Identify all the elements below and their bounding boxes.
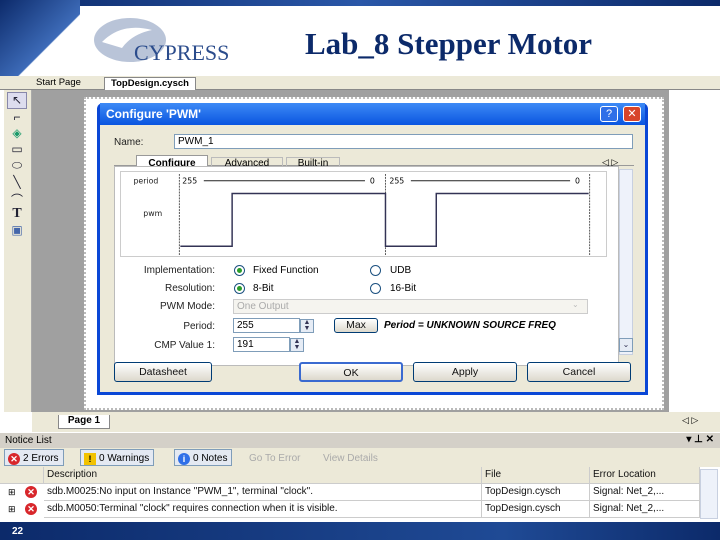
close-button[interactable]: ✕ bbox=[623, 106, 641, 122]
info-icon: i bbox=[178, 452, 190, 465]
period-start-1: 255 bbox=[182, 177, 197, 186]
cmp-value-label: CMP Value 1: bbox=[154, 340, 215, 351]
warnings-count: 0 Warnings bbox=[99, 453, 150, 464]
period-label: Period: bbox=[183, 321, 215, 332]
cypress-logo: CYPRESS bbox=[94, 18, 229, 65]
row-description: sdb.M0025:No input on Instance "PWM_1", … bbox=[44, 484, 482, 501]
errors-filter-button[interactable]: ✕ 2 Errors bbox=[4, 449, 64, 466]
panel-scrollbar[interactable] bbox=[619, 169, 633, 355]
row-description: sdb.M0050:Terminal "clock" requires conn… bbox=[44, 501, 482, 518]
header-spacer bbox=[0, 467, 44, 484]
row-file: TopDesign.cysch bbox=[482, 484, 590, 501]
udb-radio[interactable] bbox=[370, 265, 381, 276]
row-file: TopDesign.cysch bbox=[482, 501, 590, 518]
fixed-function-label: Fixed Function bbox=[253, 265, 319, 276]
notice-list-title: Notice List bbox=[5, 435, 52, 446]
slide-page-number: 22 bbox=[12, 526, 24, 537]
notice-list-header: Notice List ▾ ⊥ ✕ bbox=[0, 433, 720, 448]
pwm-waveform: period pwm 255 0 255 0 bbox=[120, 171, 607, 257]
resolution-label: Resolution: bbox=[164, 283, 215, 294]
expand-icon[interactable]: ⊞ bbox=[8, 487, 16, 498]
fixed-function-radio[interactable] bbox=[234, 265, 245, 276]
slide-footer: 22 bbox=[0, 522, 720, 540]
datasheet-button[interactable]: Datasheet bbox=[114, 362, 212, 382]
name-label: Name: bbox=[114, 137, 144, 148]
row-location: Signal: Net_2,... bbox=[590, 501, 700, 518]
tool-palette: ↖ ⌐ ◈ ▭ ⬭ ╲ ⌒ T ▣ bbox=[4, 90, 32, 412]
column-description[interactable]: Description bbox=[44, 467, 482, 484]
view-details-button[interactable]: View Details bbox=[320, 449, 382, 466]
header-band bbox=[0, 0, 720, 6]
apply-button[interactable]: Apply bbox=[413, 362, 517, 382]
period-end-1: 0 bbox=[370, 177, 375, 186]
period-note: Period = UNKNOWN SOURCE FREQ bbox=[384, 320, 556, 331]
pwm-mode-select[interactable]: One Output bbox=[233, 299, 588, 314]
errors-count: 2 Errors bbox=[23, 453, 59, 464]
go-to-error-button[interactable]: Go To Error bbox=[246, 449, 305, 466]
name-input[interactable]: PWM_1 bbox=[174, 134, 633, 149]
table-row[interactable]: ⊞ ✕ sdb.M0050:Terminal "clock" requires … bbox=[0, 501, 700, 518]
notice-table: Description File Error Location ⊞ ✕ sdb.… bbox=[0, 467, 720, 519]
wire-icon[interactable]: ⌐ bbox=[7, 110, 27, 127]
tab-topdesign[interactable]: TopDesign.cysch bbox=[104, 77, 196, 90]
table-scrollbar[interactable] bbox=[700, 469, 718, 519]
ok-button[interactable]: OK bbox=[299, 362, 403, 382]
tab-start-page[interactable]: Start Page bbox=[30, 77, 87, 90]
implementation-label: Implementation: bbox=[143, 265, 215, 276]
line-icon[interactable]: ╲ bbox=[7, 175, 27, 192]
max-button[interactable]: Max bbox=[334, 318, 378, 333]
pwm-mode-label: PWM Mode: bbox=[159, 301, 215, 312]
cancel-button[interactable]: Cancel bbox=[527, 362, 631, 382]
pointer-icon[interactable]: ↖ bbox=[7, 92, 27, 109]
text-icon[interactable]: T bbox=[7, 206, 27, 223]
image-icon[interactable]: ▣ bbox=[7, 223, 27, 240]
pwm-label: pwm bbox=[143, 209, 162, 218]
table-row[interactable]: ⊞ ✕ sdb.M0025:No input on Instance "PWM_… bbox=[0, 484, 700, 501]
tab-page-1[interactable]: Page 1 bbox=[58, 415, 110, 429]
error-icon: ✕ bbox=[25, 486, 37, 498]
page-tab-bar: Page 1 ◁ ▷ bbox=[32, 412, 720, 432]
notes-count: 0 Notes bbox=[193, 453, 228, 464]
cmp-value-input[interactable]: 191 bbox=[233, 337, 290, 352]
configure-pwm-dialog: Configure 'PWM' ? ✕ Name: PWM_1 Configur… bbox=[97, 103, 648, 395]
panel-controls[interactable]: ▾ ⊥ ✕ bbox=[686, 434, 714, 445]
slide-title: Lab_8 Stepper Motor bbox=[305, 26, 593, 61]
warnings-filter-button[interactable]: ! 0 Warnings bbox=[80, 449, 155, 466]
rectangle-icon[interactable]: ▭ bbox=[7, 142, 27, 159]
dialog-title: Configure 'PWM' bbox=[106, 107, 202, 121]
column-file[interactable]: File bbox=[482, 467, 590, 484]
header-corner bbox=[0, 0, 80, 76]
warning-icon: ! bbox=[84, 452, 96, 465]
16-bit-radio[interactable] bbox=[370, 283, 381, 294]
scroll-down-icon[interactable]: ⌄ bbox=[619, 338, 633, 352]
period-end-2: 0 bbox=[575, 177, 580, 186]
cmp-value-spinner[interactable]: ▲ ▼ bbox=[290, 338, 304, 352]
error-icon: ✕ bbox=[8, 452, 20, 465]
period-input[interactable]: 255 bbox=[233, 318, 300, 333]
16-bit-label: 16-Bit bbox=[390, 283, 417, 294]
slide-header: CYPRESS Lab_8 Stepper Motor bbox=[0, 0, 720, 76]
period-label: period bbox=[133, 177, 158, 186]
ellipse-icon[interactable]: ⬭ bbox=[7, 158, 27, 175]
page-scroll-arrows[interactable]: ◁ ▷ bbox=[682, 415, 698, 426]
8-bit-label: 8-Bit bbox=[253, 283, 274, 294]
udb-label: UDB bbox=[390, 265, 412, 276]
8-bit-radio[interactable] bbox=[234, 283, 245, 294]
period-start-2: 255 bbox=[389, 177, 404, 186]
help-button[interactable]: ? bbox=[600, 106, 618, 122]
svg-text:CYPRESS: CYPRESS bbox=[134, 40, 229, 65]
component-icon[interactable]: ◈ bbox=[7, 126, 27, 143]
notes-filter-button[interactable]: i0 Notes bbox=[174, 449, 233, 466]
column-error-location[interactable]: Error Location bbox=[590, 467, 700, 484]
period-spinner[interactable]: ▲ ▼ bbox=[300, 319, 314, 333]
notice-toolbar: ✕ 2 Errors ! 0 Warnings i0 Notes Go To Err… bbox=[0, 448, 720, 467]
expand-icon[interactable]: ⊞ bbox=[8, 504, 16, 515]
error-icon: ✕ bbox=[25, 503, 37, 515]
dialog-titlebar: Configure 'PWM' bbox=[100, 103, 645, 125]
document-tabs: Start Page TopDesign.cysch bbox=[0, 76, 720, 90]
row-location: Signal: Net_2,... bbox=[590, 484, 700, 501]
chevron-down-icon: ⌄ bbox=[572, 300, 579, 309]
